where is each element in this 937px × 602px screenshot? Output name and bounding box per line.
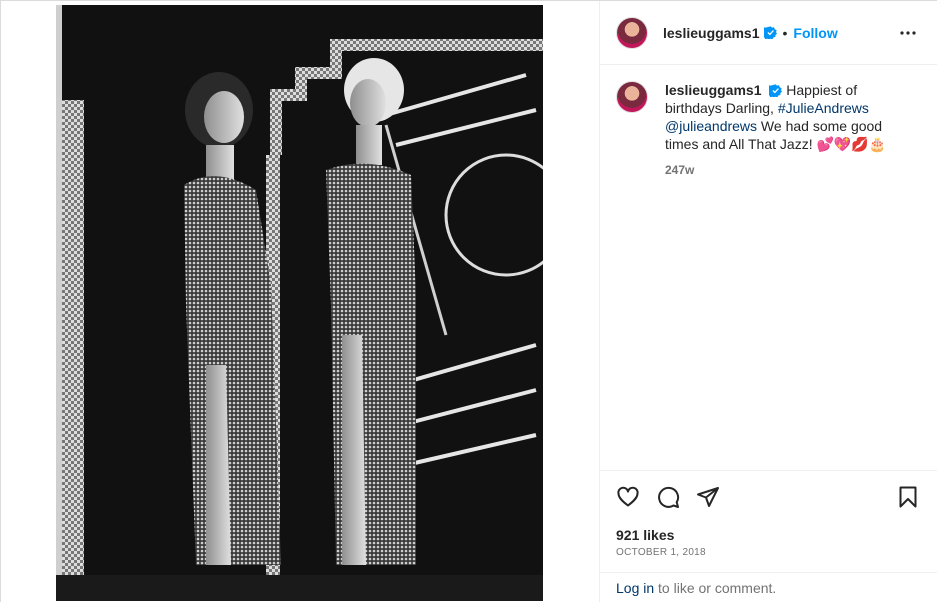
heart-icon[interactable]	[616, 485, 642, 511]
comment-icon[interactable]	[656, 485, 682, 511]
login-link[interactable]: Log in	[616, 580, 654, 596]
post-date[interactable]: OCTOBER 1, 2018	[616, 547, 706, 558]
follow-button[interactable]: Follow	[793, 25, 837, 41]
post-side-panel: leslieuggams1 • Follow leslieuggams1 Hap…	[600, 1, 937, 602]
share-icon[interactable]	[696, 485, 722, 511]
verified-badge-icon	[769, 84, 783, 97]
separator-dot: •	[782, 24, 788, 41]
caption-comment: leslieuggams1 Happiest of birthdays Darl…	[616, 81, 922, 179]
caption-body: leslieuggams1 Happiest of birthdays Darl…	[665, 81, 895, 179]
action-bar	[616, 485, 922, 511]
post-photo[interactable]	[56, 5, 543, 601]
more-options-icon[interactable]	[898, 23, 918, 43]
post-actions-area: 921 likes OCTOBER 1, 2018 Log in to like…	[600, 470, 937, 602]
login-prompt: Log in to like or comment.	[600, 572, 937, 602]
comments-section: leslieuggams1 Happiest of birthdays Darl…	[600, 65, 937, 470]
hashtag-link[interactable]: #JulieAndrews	[778, 100, 869, 116]
verified-badge-icon	[763, 26, 777, 39]
instagram-post: leslieuggams1 • Follow leslieuggams1 Hap…	[0, 0, 937, 602]
caption-timestamp[interactable]: 247w	[665, 161, 895, 179]
caption-author-avatar[interactable]	[616, 81, 648, 113]
likes-count[interactable]: 921 likes	[616, 527, 674, 543]
login-prompt-text: to like or comment.	[654, 580, 777, 596]
author-avatar[interactable]	[616, 16, 648, 49]
caption-emojis: 💕💖💋🎂	[816, 136, 887, 152]
mention-link[interactable]: @julieandrews	[665, 118, 757, 134]
bookmark-icon[interactable]	[896, 485, 922, 511]
author-username[interactable]: leslieuggams1	[663, 25, 760, 41]
black-and-white-stage-photo	[56, 5, 543, 601]
caption-username[interactable]: leslieuggams1	[665, 82, 762, 98]
post-header: leslieuggams1 • Follow	[600, 1, 937, 65]
post-media-area	[1, 1, 600, 602]
